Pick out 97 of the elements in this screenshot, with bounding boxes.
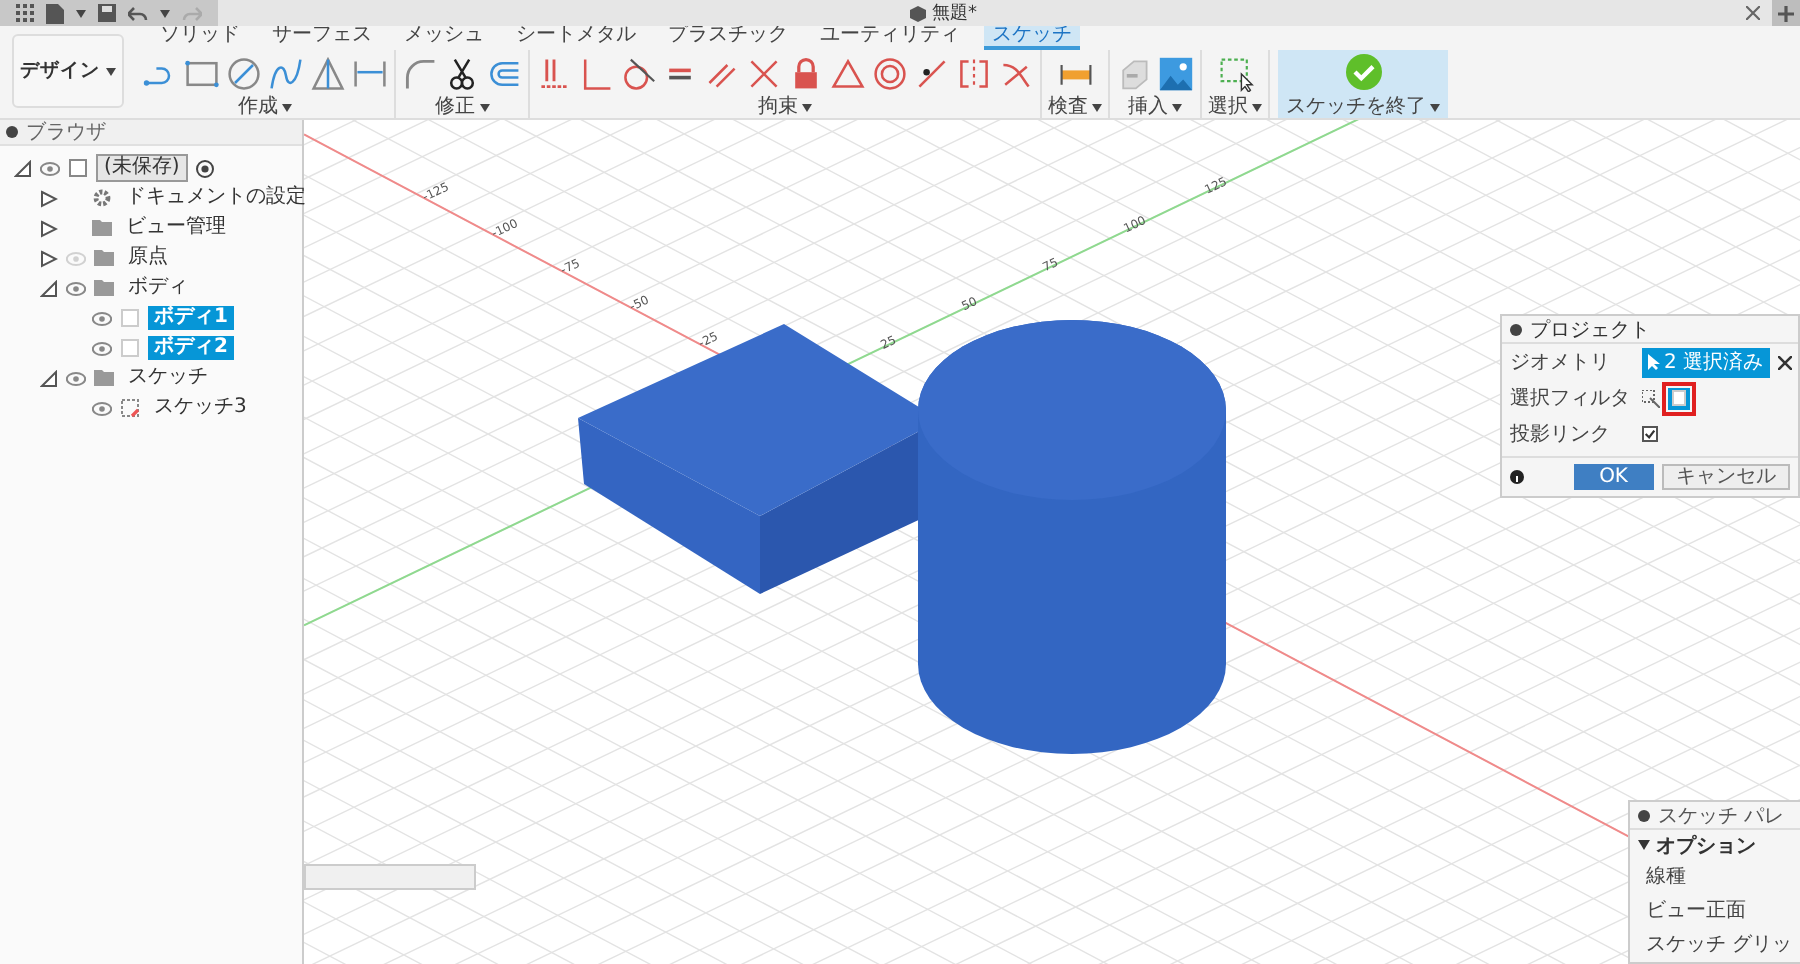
ribbon-tab[interactable]: シートメタル — [508, 26, 644, 50]
group-menu-button[interactable]: 作成 — [238, 96, 292, 118]
caret-icon — [106, 67, 116, 75]
gear-icon — [92, 188, 112, 208]
field-label: ジオメトリ — [1510, 350, 1612, 376]
caret-icon — [160, 9, 170, 17]
eye-icon[interactable] — [66, 281, 86, 295]
ok-button[interactable]: OK — [1573, 464, 1654, 490]
palette-option: ビュー正面 — [1630, 894, 1800, 928]
eye-icon[interactable] — [66, 371, 86, 385]
grid-icon[interactable] — [16, 4, 34, 22]
ribbon-tab[interactable]: スケッチ — [984, 26, 1080, 50]
selection-box-icon[interactable] — [1217, 56, 1253, 92]
caret-icon — [1430, 104, 1440, 112]
caret-icon — [76, 9, 86, 17]
caret-icon — [479, 103, 489, 111]
group-menu-button[interactable]: 修正 — [435, 96, 489, 118]
expanded-toggle-icon[interactable] — [40, 369, 58, 387]
undo-icon[interactable] — [128, 5, 148, 21]
tree-item[interactable]: ドキュメントの設定 — [120, 186, 312, 210]
sketch-icon — [120, 398, 140, 418]
tangent-icon[interactable] — [620, 56, 656, 92]
tree-item[interactable]: 原点 — [122, 246, 174, 270]
ribbon-tab[interactable]: サーフェス — [264, 26, 380, 50]
panel-title: ブラウザ — [26, 119, 106, 146]
collapse-icon[interactable] — [1638, 809, 1650, 821]
caret-icon — [1252, 103, 1262, 111]
group-menu-button[interactable]: 検査 — [1048, 96, 1102, 118]
save-icon[interactable] — [98, 4, 116, 22]
plus-icon[interactable] — [1778, 5, 1794, 21]
caret-icon — [1092, 103, 1102, 111]
collapse-icon[interactable] — [6, 126, 18, 138]
tree-item[interactable]: ボディ — [122, 276, 194, 300]
clear-icon[interactable] — [1777, 355, 1792, 369]
checkbox[interactable] — [1642, 426, 1658, 442]
dimension-icon[interactable] — [352, 56, 388, 92]
image-icon[interactable] — [1158, 56, 1194, 92]
info-icon[interactable] — [1510, 470, 1524, 484]
ribbon-tab[interactable]: プラスチック — [660, 26, 796, 50]
group-menu-button[interactable]: 挿入 — [1128, 96, 1182, 118]
expanded-toggle-icon[interactable] — [14, 159, 32, 177]
scissors-icon[interactable] — [444, 56, 480, 92]
target-icon[interactable] — [195, 159, 214, 177]
caret-icon — [1638, 840, 1650, 850]
eye-icon[interactable] — [92, 311, 112, 325]
section-header[interactable]: オプション — [1630, 830, 1764, 860]
perpendicular-icon[interactable] — [578, 56, 614, 92]
expanded-toggle-icon[interactable] — [40, 279, 58, 297]
palette-option: 線種 — [1630, 860, 1800, 894]
field-label: 選択フィルタ — [1510, 386, 1632, 412]
cross-icon[interactable] — [746, 56, 782, 92]
finish-sketch-button[interactable]: スケッチを終了 — [1278, 50, 1448, 118]
collinear-icon[interactable] — [914, 56, 950, 92]
fix-icon[interactable] — [536, 56, 572, 92]
field-label: 投影リンク — [1510, 421, 1612, 448]
group-menu-button[interactable]: 選択 — [1208, 96, 1262, 118]
cancel-button[interactable]: キャンセル — [1662, 464, 1790, 490]
collapse-icon[interactable] — [1510, 323, 1522, 335]
circle-icon[interactable] — [226, 56, 262, 92]
group-menu-button[interactable]: 拘束 — [758, 96, 812, 118]
file-icon[interactable] — [46, 3, 64, 23]
palette-option: スケッチ グリッ — [1630, 928, 1800, 962]
concentric-circles-icon[interactable] — [872, 56, 908, 92]
eye-icon[interactable] — [40, 161, 60, 175]
tree-item[interactable]: ビュー管理 — [120, 216, 232, 240]
checkmark-icon — [1644, 428, 1656, 440]
component-icon — [68, 158, 88, 178]
cube-icon — [910, 5, 926, 21]
ribbon-tab[interactable]: メッシュ — [396, 26, 492, 50]
ribbon-tab[interactable]: ユーティリティ — [812, 26, 968, 50]
close-icon[interactable] — [1746, 6, 1760, 20]
filter-icon — [1642, 389, 1660, 407]
palette-title: スケッチ パレ — [1658, 803, 1785, 829]
spline-icon[interactable] — [268, 56, 304, 92]
checkmark-icon — [1345, 54, 1381, 90]
folder-icon — [94, 368, 114, 388]
workspace-menu-button[interactable]: デザイン — [12, 34, 124, 108]
caret-icon — [1172, 103, 1182, 111]
cursor-icon — [1648, 354, 1660, 370]
tree-item[interactable]: (未保存) — [96, 154, 188, 182]
filter-toggle[interactable] — [1668, 387, 1690, 409]
collapsed-toggle-icon[interactable] — [40, 189, 58, 207]
rectangle-icon[interactable] — [184, 56, 220, 92]
dialog-title: プロジェクト — [1530, 317, 1650, 343]
triangle-icon[interactable] — [310, 56, 346, 92]
ribbon-tab[interactable]: ソリッド — [152, 26, 248, 50]
caret-icon — [282, 103, 292, 111]
tree-item[interactable]: スケッチ — [122, 366, 214, 390]
document-title: 無題* — [932, 1, 977, 26]
eye-icon[interactable] — [92, 401, 112, 415]
eye-icon[interactable] — [92, 341, 112, 355]
collapsed-toggle-icon[interactable] — [40, 249, 58, 267]
collapsed-toggle-icon[interactable] — [40, 219, 58, 237]
triangle-icon[interactable] — [830, 56, 866, 92]
caret-icon — [802, 103, 812, 111]
symmetry-icon[interactable] — [956, 56, 992, 92]
tree-item[interactable]: スケッチ3 — [148, 396, 253, 420]
